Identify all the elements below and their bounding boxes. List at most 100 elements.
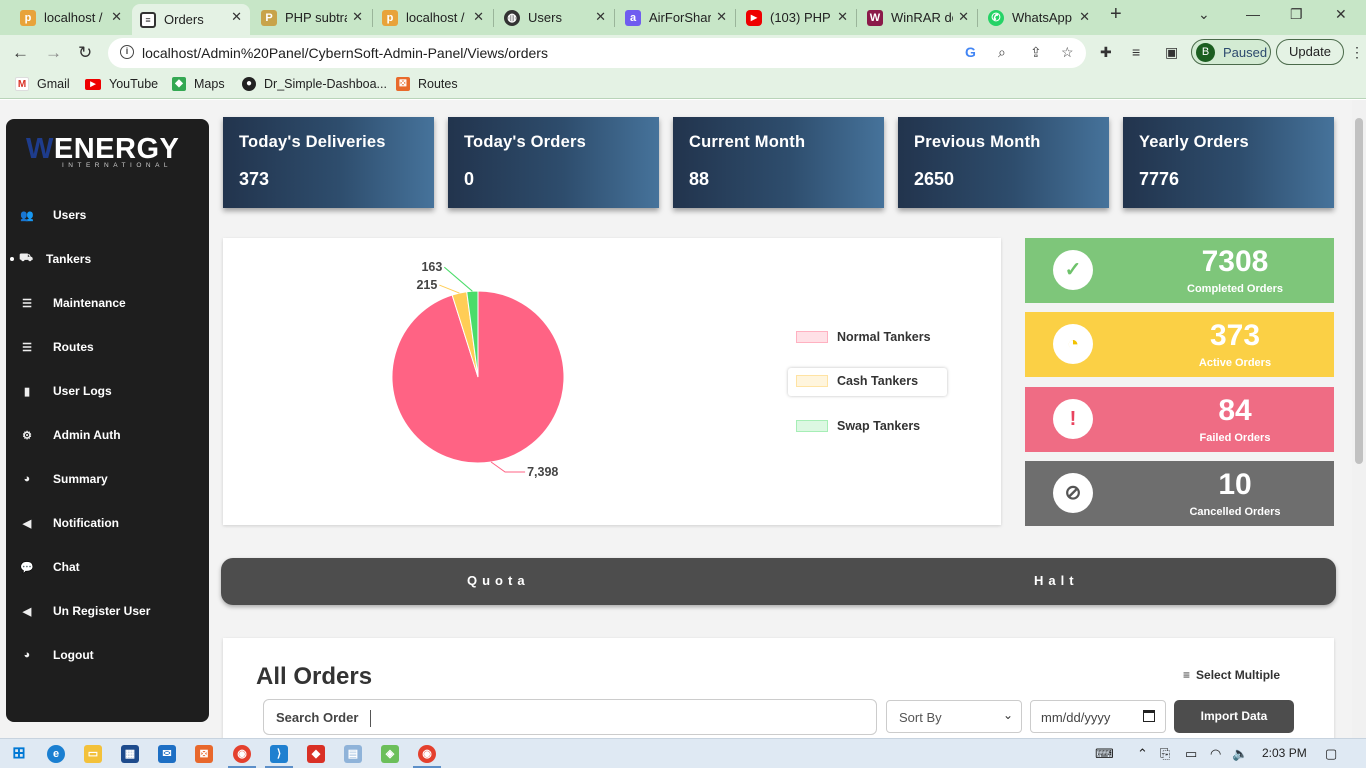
legend-cash-tankers[interactable]: Cash Tankers (796, 374, 918, 388)
profile-button[interactable]: B Paused (1191, 39, 1271, 65)
legend-normal-tankers[interactable]: Normal Tankers (796, 330, 931, 344)
quota-button[interactable]: Quota (467, 573, 530, 588)
clock-time[interactable]: 2:03 PM (1262, 746, 1307, 760)
legend-swap-tankers[interactable]: Swap Tankers (796, 419, 920, 433)
sidebar-item-maintenance[interactable]: ☰ Maintenance (20, 293, 126, 313)
date-filter-input[interactable]: mm/dd/yyyy (1030, 700, 1166, 733)
chrome-icon[interactable]: ◉ (233, 745, 251, 763)
store-icon[interactable]: ▦ (121, 745, 139, 763)
notification-center-icon[interactable]: ▢ (1325, 746, 1337, 762)
close-icon[interactable]: ✕ (231, 9, 242, 25)
reload-icon[interactable]: ↻ (78, 43, 92, 63)
close-icon[interactable]: ✕ (352, 9, 363, 25)
side-panel-icon[interactable]: ▣ (1165, 44, 1178, 61)
bullhorn-icon: ◀ (22, 517, 32, 530)
sidebar-item-routes[interactable]: ☰ Routes (20, 337, 94, 357)
chevron-down-icon[interactable]: ⌄ (1198, 6, 1210, 23)
sort-by-select[interactable]: Sort By ⌄ (886, 700, 1022, 733)
menu-icon[interactable]: ⋮ (1350, 44, 1364, 61)
chrome-icon[interactable]: ◉ (418, 745, 436, 763)
close-icon[interactable]: ✕ (716, 9, 727, 25)
bookmark-maps[interactable]: ◆ Maps (172, 77, 225, 91)
close-icon[interactable]: ✕ (111, 9, 122, 25)
sidebar-item-admin-auth[interactable]: ⚙ Admin Auth (20, 425, 120, 445)
chevron-up-icon[interactable]: ⌃ (1137, 746, 1148, 762)
tab-users[interactable]: ◍ Users ✕ (496, 4, 614, 31)
page-scrollbar[interactable] (1352, 100, 1366, 738)
notepad-icon[interactable]: ▤ (344, 745, 362, 763)
sidebar-item-notification[interactable]: ◀ Notification (20, 513, 119, 533)
tab-orders[interactable]: ≡ Orders ✕ (132, 4, 250, 35)
bookmark-gmail[interactable]: M Gmail (15, 77, 70, 91)
sidebar-item-summary[interactable]: ◕ Summary (20, 469, 108, 489)
card-current-month: Current Month 88 (673, 117, 884, 208)
stat-completed-orders: ✓ 7308 Completed Orders (1025, 238, 1334, 303)
pie-value-label: 215 (416, 278, 437, 292)
mail-icon[interactable]: ✉ (158, 745, 176, 763)
halt-button[interactable]: Halt (1034, 573, 1079, 588)
file-explorer-icon[interactable]: ▭ (84, 745, 102, 763)
tab-localhost-2[interactable]: p localhost / ✕ (374, 4, 492, 31)
sidebar-item-chat[interactable]: 💬 Chat (20, 557, 80, 577)
bookmark-github[interactable]: ● Dr_Simple-Dashboa... (242, 77, 387, 91)
close-icon[interactable]: ✕ (473, 9, 484, 25)
tab-php-subtract[interactable]: P PHP subtra ✕ (253, 4, 371, 31)
tab-airforshare[interactable]: a AirForShar ✕ (617, 4, 735, 31)
new-tab-icon[interactable]: + (1110, 3, 1122, 26)
site-info-icon[interactable]: i (120, 45, 134, 59)
close-icon[interactable]: ✕ (595, 9, 606, 25)
sidebar-item-unregister-user[interactable]: ◀ Un Register User (20, 601, 151, 621)
share-icon[interactable]: ⇪ (1030, 44, 1042, 61)
import-data-button[interactable]: Import Data (1174, 700, 1294, 733)
search-order-input[interactable]: Search Order (263, 699, 877, 735)
legend-swatch (796, 420, 828, 432)
stat-cancelled-orders: ⊘ 10 Cancelled Orders (1025, 461, 1334, 526)
url-text[interactable]: localhost/Admin%20Panel/CybernSoft-Admin… (142, 45, 548, 61)
sidebar-item-user-logs[interactable]: ▮ User Logs (20, 381, 112, 401)
bookmark-star-icon[interactable]: ☆ (1061, 44, 1074, 61)
pie-chart-svg: 7,398 215 163 (391, 260, 565, 479)
volume-icon[interactable]: 🔈 (1232, 746, 1248, 762)
anydesk-icon[interactable]: ◆ (307, 745, 325, 763)
tab-winrar[interactable]: W WinRAR do ✕ (859, 4, 977, 31)
tab-localhost-1[interactable]: p localhost / ✕ (12, 4, 130, 31)
sourcetree-icon[interactable]: ◈ (381, 745, 399, 763)
restore-icon[interactable]: ❐ (1290, 6, 1303, 23)
xampp-icon[interactable]: ⊠ (195, 745, 213, 763)
zoom-icon[interactable]: ⌕ (998, 44, 1006, 61)
omnibox[interactable]: i localhost/Admin%20Panel/CybernSoft-Adm… (108, 38, 1086, 68)
close-icon[interactable]: ✕ (837, 9, 848, 25)
card-todays-orders: Today's Orders 0 (448, 117, 659, 208)
media-queue-icon[interactable]: ≡ (1132, 44, 1140, 60)
update-button[interactable]: Update (1276, 39, 1344, 65)
calendar-icon[interactable] (1143, 710, 1155, 722)
company-logo[interactable]: WENERGY INTERNATIONAL (26, 133, 196, 173)
tab-title: PHP subtra (285, 10, 347, 25)
close-icon[interactable]: ✕ (958, 9, 969, 25)
phpmyadmin-icon: p (382, 9, 398, 26)
tab-whatsapp[interactable]: ✆ WhatsApp ✕ (980, 4, 1098, 31)
vscode-icon[interactable]: ⟩ (270, 745, 288, 763)
close-window-icon[interactable]: ✕ (1335, 6, 1347, 23)
sidebar-item-tankers[interactable]: ⛟ Tankers (10, 249, 91, 269)
google-icon[interactable]: G (965, 44, 976, 60)
select-multiple-button[interactable]: ≡ Select Multiple (1183, 668, 1280, 682)
battery-icon[interactable]: ▭ (1185, 746, 1197, 762)
edge-icon[interactable]: e (47, 745, 65, 763)
bookmark-routes[interactable]: ⊠ Routes (396, 77, 458, 91)
minimize-icon[interactable]: — (1246, 6, 1260, 22)
sidebar-item-users[interactable]: 👥 Users (20, 205, 86, 225)
tab-youtube-php[interactable]: ▶ (103) PHP ✕ (738, 4, 856, 31)
windows-start-icon[interactable]: ⊞ (10, 745, 28, 763)
scrollbar-thumb[interactable] (1355, 118, 1363, 464)
wifi-icon[interactable]: ◠ (1210, 746, 1221, 762)
sidebar-item-logout[interactable]: ◕ Logout (20, 645, 94, 665)
keyboard-icon[interactable]: ⌨ (1095, 746, 1114, 762)
close-icon[interactable]: ✕ (1079, 9, 1090, 25)
back-icon[interactable]: ← (12, 43, 29, 63)
bluetooth-icon[interactable]: ⎘ (1160, 746, 1170, 762)
pie-value-label: 7,398 (527, 465, 558, 479)
bookmark-youtube[interactable]: ▶ YouTube (85, 77, 158, 91)
forward-icon[interactable]: → (45, 43, 62, 63)
extensions-icon[interactable]: ✚ (1100, 44, 1112, 61)
